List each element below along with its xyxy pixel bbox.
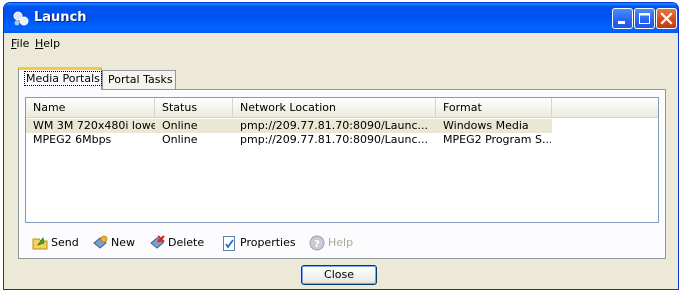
new-button[interactable]: New [91,233,137,253]
cell-status: Online [162,119,198,132]
column-header-format[interactable]: Format [436,98,552,117]
title-bar[interactable]: Launch [4,3,678,33]
send-button[interactable]: Send [31,233,83,253]
cell-name: WM 3M 720x480i lower [33,119,155,132]
column-header-name[interactable]: Name [26,98,155,117]
help-label: Help [328,236,354,249]
tab-portal-tasks[interactable]: Portal Tasks [102,70,176,89]
portal-list[interactable]: Name Status Network Location Format WM 3… [25,97,659,223]
menu-file-label: ile [16,37,30,50]
delete-button[interactable]: Delete [148,233,206,253]
send-icon [32,237,48,250]
tab-portal-tasks-label: Portal Tasks [108,73,173,86]
launch-app-icon [13,11,29,26]
properties-button[interactable]: Properties [220,233,298,253]
column-header-status[interactable]: Status [155,98,233,117]
menu-bar: File Help [4,33,678,53]
table-row[interactable]: MPEG2 6Mbps Online pmp://209.77.81.70:80… [26,133,658,147]
svg-text:?: ? [314,239,320,250]
maximize-button[interactable] [634,8,655,29]
close-icon [660,12,673,25]
cell-network-location: pmp://209.77.81.70:8090/Launc... [240,119,429,132]
help-button[interactable]: ? Help [308,233,356,253]
list-header: Name Status Network Location Format [26,98,658,118]
tab-media-portals[interactable]: Media Portals [18,67,102,90]
close-button[interactable]: Close [301,265,377,285]
properties-label: Properties [240,236,296,249]
new-portal-icon [93,235,108,249]
minimize-button[interactable] [612,8,633,29]
cell-format: Windows Media [443,119,529,132]
tab-media-portals-label: Media Portals [24,71,102,86]
delete-portal-icon [150,235,165,249]
new-label: New [111,236,135,249]
menu-file[interactable]: File [11,37,29,50]
cell-network-location: pmp://209.77.81.70:8090/Launc... [240,133,429,146]
send-label: Send [51,236,79,249]
cell-name: MPEG2 6Mbps [33,133,112,146]
window-title: Launch [34,10,87,25]
maximize-icon [639,13,650,24]
cell-status: Online [162,133,198,146]
launch-window: Launch File Help Media Portals Portal Ta… [3,2,679,290]
cell-format: MPEG2 Program S... [443,133,551,146]
menu-help-label: elp [43,37,61,50]
properties-icon [223,236,235,251]
minimize-icon [618,21,625,24]
column-header-network-location[interactable]: Network Location [233,98,436,117]
media-portals-panel: Name Status Network Location Format WM 3… [18,89,666,259]
help-icon: ? [309,235,325,251]
table-row[interactable]: WM 3M 720x480i lower Online pmp://209.77… [26,119,658,133]
delete-label: Delete [168,236,205,249]
menu-help[interactable]: Help [35,37,60,50]
portal-toolbar: Send New Delete Properties ? Help [25,233,659,253]
close-window-button[interactable] [656,8,677,29]
